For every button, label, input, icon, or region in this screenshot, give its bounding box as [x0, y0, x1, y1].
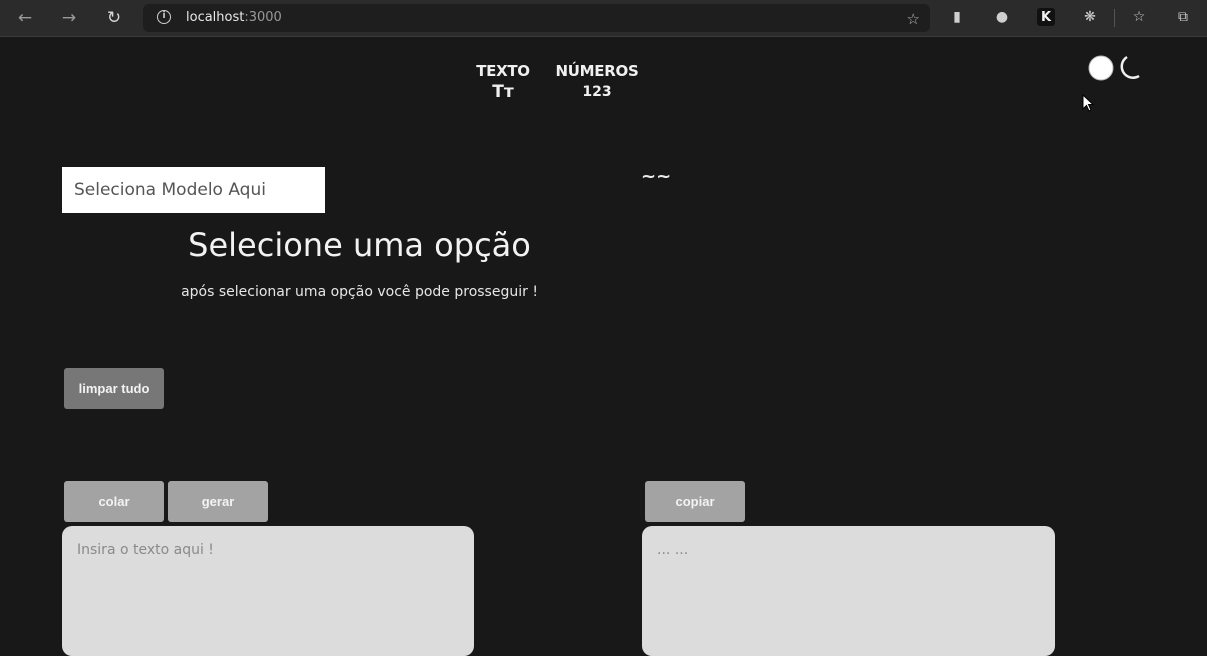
copy-button[interactable]: copiar [645, 481, 745, 522]
url-host: localhost [186, 10, 245, 25]
numbers-icon: 123 [582, 84, 612, 100]
page-title: Selecione uma opção [188, 226, 531, 264]
paste-button[interactable]: colar [64, 481, 164, 522]
add-favorite-icon[interactable]: ☆ [907, 10, 920, 28]
nav-numbers-label: NÚMEROS [555, 62, 639, 80]
favorites-icon[interactable]: ☆ [1130, 8, 1148, 26]
generate-button[interactable]: gerar [168, 481, 268, 522]
model-select-value: Seleciona Modelo Aqui [74, 180, 266, 200]
theme-toggle-icon[interactable] [1087, 54, 1143, 82]
toolbar-divider [1114, 9, 1115, 27]
url-text: localhost:3000 [186, 10, 282, 25]
collections-icon[interactable]: ⧉ [1174, 8, 1192, 26]
shield-icon[interactable]: ▮ [948, 8, 966, 26]
page-subtitle: após selecionar uma opção você pode pros… [181, 284, 538, 300]
nav-text[interactable]: TEXTO Tт [470, 62, 536, 102]
output-placeholder: ... ... [657, 542, 689, 558]
forward-icon[interactable]: → [57, 6, 81, 30]
address-bar[interactable]: i localhost:3000 ☆ [143, 4, 930, 32]
clear-all-button[interactable]: limpar tudo [64, 368, 164, 409]
extensions-icon[interactable]: ❋ [1081, 8, 1099, 26]
reload-icon[interactable]: ↻ [102, 6, 126, 30]
site-info-icon[interactable]: i [157, 10, 171, 24]
input-textarea[interactable]: Insira o texto aqui ! [62, 526, 474, 656]
mouse-cursor-icon [1082, 94, 1095, 112]
text-type-icon: Tт [492, 82, 514, 102]
input-placeholder: Insira o texto aqui ! [77, 542, 214, 558]
output-textarea[interactable]: ... ... [642, 526, 1055, 656]
model-select[interactable]: Seleciona Modelo Aqui [62, 167, 325, 213]
extension-circle-icon[interactable]: ● [993, 8, 1011, 26]
nav-text-label: TEXTO [476, 62, 530, 80]
back-icon[interactable]: ← [13, 6, 37, 30]
k-extension-icon[interactable]: K [1037, 8, 1055, 26]
nav-numbers[interactable]: NÚMEROS 123 [555, 62, 639, 100]
tilde-mark: ~~ [641, 166, 672, 187]
url-port: :3000 [244, 10, 282, 25]
browser-toolbar: ← → ↻ i localhost:3000 ☆ ▮ ● K ❋ ☆ ⧉ [0, 0, 1207, 37]
